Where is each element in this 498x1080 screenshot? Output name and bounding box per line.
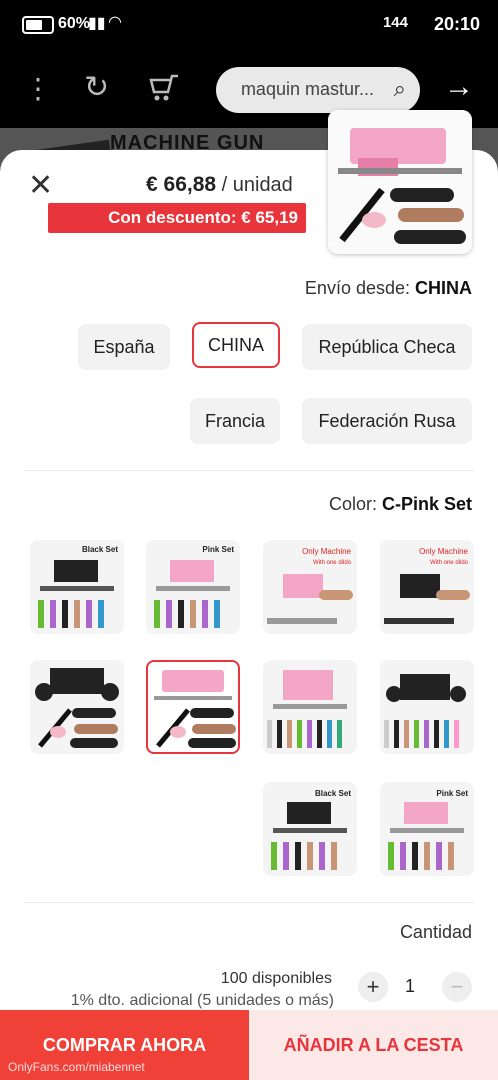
color-option-c-pink-set[interactable] bbox=[146, 660, 240, 754]
search-input[interactable]: maquin mastur... bbox=[241, 79, 374, 100]
wifi-icon: ◠ bbox=[108, 14, 122, 31]
opt-label: Only Machine bbox=[419, 547, 468, 556]
color-label-text: Color: bbox=[328, 494, 382, 514]
bulk-discount-note: 1% dto. adicional (5 unidades o más) bbox=[70, 992, 334, 1009]
quantity-label: Cantidad bbox=[399, 922, 472, 942]
shipping-value: CHINA bbox=[415, 278, 472, 298]
price-unit: / unidad bbox=[216, 174, 293, 196]
color-option-pink-set[interactable]: Pink Set bbox=[146, 540, 240, 634]
shipping-label-text: Envío desde: bbox=[304, 278, 415, 298]
unit-price: € 66,88 / unidad bbox=[146, 173, 293, 197]
signal-icon: ▮▮ bbox=[88, 15, 106, 32]
opt-sublabel: With one dildo bbox=[313, 560, 352, 566]
search-icon: ⌕ bbox=[393, 76, 406, 101]
ship-option-czech[interactable]: República Checa bbox=[302, 324, 472, 370]
stock-available: 100 disponibles bbox=[220, 970, 332, 987]
quantity-value[interactable]: 1 bbox=[405, 976, 415, 997]
discount-badge: Con descuento: € 65,19 bbox=[48, 203, 306, 233]
shipping-label: Envío desde: CHINA bbox=[305, 278, 472, 299]
ship-option-russia[interactable]: Federación Rusa bbox=[302, 398, 472, 444]
ship-option-china[interactable]: CHINA bbox=[192, 322, 280, 368]
clock: 20:10 bbox=[433, 14, 480, 34]
opt-sublabel: With one dildo bbox=[430, 560, 469, 566]
color-label: Color: C-Pink Set bbox=[329, 494, 472, 515]
color-value: C-Pink Set bbox=[381, 494, 472, 514]
ship-option-spain[interactable]: España bbox=[78, 324, 170, 370]
color-option-black-full[interactable] bbox=[380, 660, 474, 754]
opt-label: Pink Set bbox=[202, 545, 234, 554]
search-field[interactable]: maquin mastur... ⌕ bbox=[216, 67, 420, 113]
cart-icon[interactable] bbox=[148, 72, 180, 110]
ship-option-france[interactable]: Francia bbox=[190, 398, 280, 444]
color-option-c-black-set[interactable] bbox=[30, 660, 124, 754]
battery-icon bbox=[22, 16, 54, 34]
divider bbox=[24, 902, 474, 903]
color-option-black-machine-dildo[interactable]: Only Machine With one dildo bbox=[380, 540, 474, 634]
network-speed: 144 bbox=[382, 14, 408, 31]
quantity-decrease-button[interactable]: − bbox=[442, 972, 472, 1002]
share-icon[interactable]: ↻ bbox=[84, 70, 109, 105]
opt-label: Only Machine bbox=[302, 547, 351, 556]
battery-percent: 60% bbox=[58, 15, 91, 32]
back-arrow-icon[interactable]: → bbox=[444, 70, 474, 104]
more-icon[interactable]: ⋮ bbox=[24, 72, 52, 105]
color-option-pink-full[interactable] bbox=[263, 660, 357, 754]
opt-label: Black Set bbox=[82, 545, 118, 554]
close-icon[interactable]: ✕ bbox=[28, 168, 53, 203]
color-option-pink-set-b[interactable]: Pink Set bbox=[380, 782, 474, 876]
price-value: € 66,88 bbox=[146, 173, 217, 196]
watermark-text: OnlyFans.com/miabennet bbox=[8, 1060, 145, 1074]
color-option-black-set[interactable]: Black Set bbox=[30, 540, 124, 634]
quantity-increase-button[interactable]: + bbox=[358, 972, 388, 1002]
opt-label: Black Set bbox=[315, 789, 351, 798]
status-bar: 60% ▮▮ ◠ 144 20:10 bbox=[0, 0, 498, 52]
color-option-pink-machine-dildo[interactable]: Only Machine With one dildo bbox=[263, 540, 357, 634]
add-to-cart-button[interactable]: AÑADIR A LA CESTA bbox=[249, 1010, 498, 1080]
color-option-black-set-b[interactable]: Black Set bbox=[263, 782, 357, 876]
selected-product-thumbnail bbox=[328, 110, 472, 254]
divider bbox=[24, 470, 474, 471]
opt-label: Pink Set bbox=[436, 789, 468, 798]
